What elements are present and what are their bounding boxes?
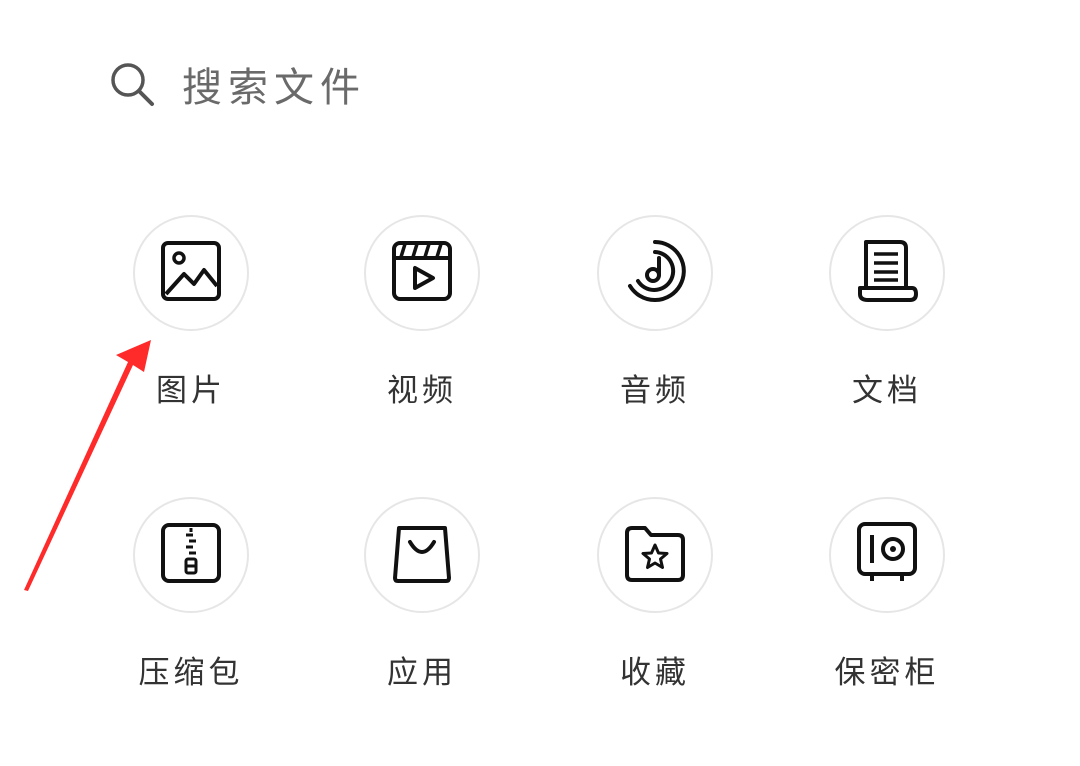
category-label: 音频	[620, 373, 690, 409]
category-icon-circle	[829, 497, 945, 613]
category-label: 应用	[387, 655, 457, 691]
category-label: 图片	[156, 373, 226, 409]
category-icon-circle	[597, 497, 713, 613]
category-safe[interactable]: 保密柜	[787, 497, 987, 717]
category-label: 保密柜	[834, 655, 940, 691]
category-label: 收藏	[620, 655, 690, 691]
category-label: 文档	[852, 373, 922, 409]
category-label: 压缩包	[138, 655, 244, 691]
audio-icon	[622, 238, 688, 308]
category-icon-circle	[364, 215, 480, 331]
category-images[interactable]: 图片	[91, 215, 291, 435]
category-icon-circle	[133, 215, 249, 331]
category-audio[interactable]: 音频	[555, 215, 755, 435]
category-icon-circle	[364, 497, 480, 613]
category-icon-circle	[133, 497, 249, 613]
app-icon	[391, 522, 453, 588]
category-apps[interactable]: 应用	[322, 497, 522, 717]
category-icon-circle	[597, 215, 713, 331]
file-manager-screen: 搜索文件 图片 视频 音频 文档 压缩包 应用 收藏 保密柜	[0, 0, 1080, 766]
favorites-icon	[623, 523, 687, 587]
category-videos[interactable]: 视频	[322, 215, 522, 435]
document-icon	[856, 238, 918, 308]
category-label: 视频	[387, 373, 457, 409]
safe-icon	[856, 521, 918, 589]
archive-icon	[160, 522, 222, 588]
image-icon	[160, 240, 222, 306]
category-archives[interactable]: 压缩包	[91, 497, 291, 717]
category-documents[interactable]: 文档	[787, 215, 987, 435]
category-favorites[interactable]: 收藏	[555, 497, 755, 717]
video-icon	[391, 240, 453, 306]
category-icon-circle	[829, 215, 945, 331]
category-grid: 图片 视频 音频 文档 压缩包 应用 收藏 保密柜	[0, 0, 1080, 766]
